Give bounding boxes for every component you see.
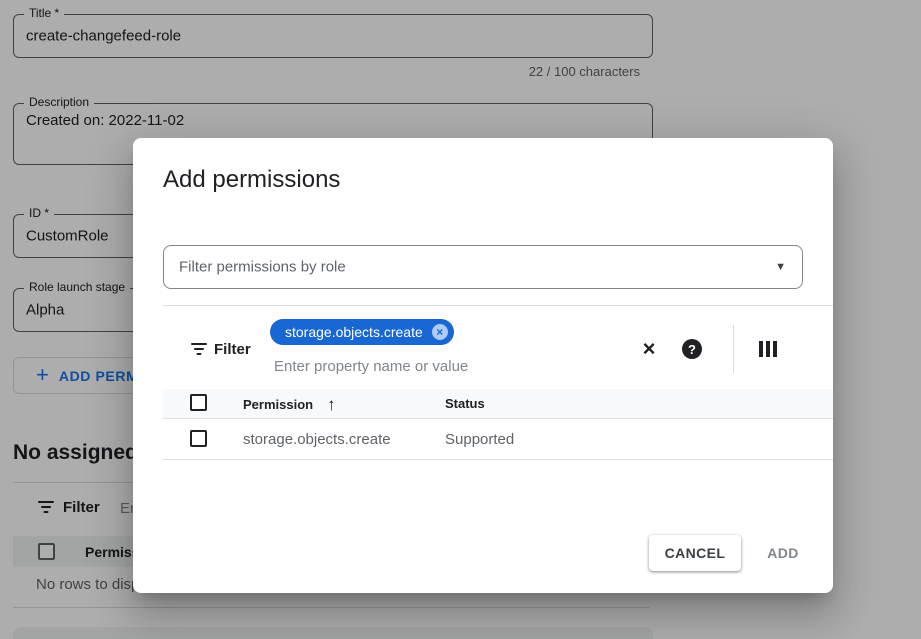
clear-filter-icon[interactable]: × xyxy=(635,335,663,363)
column-display-options-icon[interactable] xyxy=(759,341,778,357)
add-button[interactable]: ADD xyxy=(751,535,815,571)
sort-ascending-icon: ↑ xyxy=(327,396,336,413)
role-filter-dropdown[interactable]: Filter permissions by role ▼ xyxy=(163,245,803,289)
cancel-button[interactable]: CANCEL xyxy=(649,535,741,571)
table-row[interactable]: storage.objects.create Supported xyxy=(163,419,833,460)
chevron-down-icon: ▼ xyxy=(775,261,786,273)
dialog-table-header: Permission ↑ Status xyxy=(163,389,833,419)
filter-icon xyxy=(191,343,207,356)
dialog-filter-input[interactable]: Enter property name or value xyxy=(274,358,468,375)
toolbar-top-divider xyxy=(163,305,833,306)
select-all-checkbox[interactable] xyxy=(190,394,207,411)
help-icon[interactable]: ? xyxy=(682,339,702,359)
status-column-header[interactable]: Status xyxy=(445,396,485,411)
role-filter-placeholder: Filter permissions by role xyxy=(179,259,346,276)
dialog-title: Add permissions xyxy=(163,166,340,194)
row-checkbox[interactable] xyxy=(190,430,207,447)
dialog-filter-label: Filter xyxy=(214,341,251,358)
permission-column-header[interactable]: Permission ↑ xyxy=(243,396,336,413)
add-permissions-dialog: Add permissions Filter permissions by ro… xyxy=(133,138,833,593)
status-cell: Supported xyxy=(445,431,514,448)
permission-cell: storage.objects.create xyxy=(243,431,391,448)
toolbar-divider xyxy=(733,325,734,373)
chip-remove-icon[interactable]: × xyxy=(432,324,448,340)
filter-chip[interactable]: storage.objects.create × xyxy=(270,319,454,345)
create-role-page: Title * create-changefeed-role 22 / 100 … xyxy=(0,0,921,639)
filter-chip-label: storage.objects.create xyxy=(285,324,423,340)
